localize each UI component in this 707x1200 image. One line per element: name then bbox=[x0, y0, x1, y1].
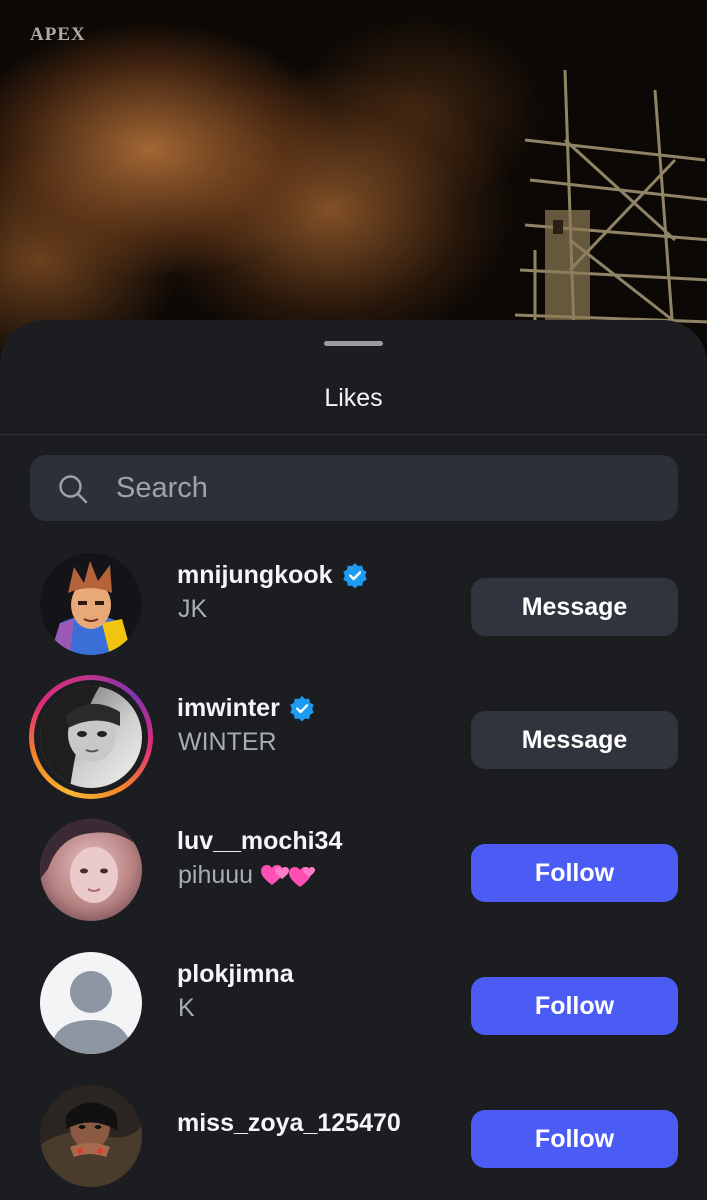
likes-sheet: Likes Search mnijungkook JK Message imwi… bbox=[0, 320, 707, 1200]
search-icon bbox=[59, 475, 88, 504]
person-silhouette bbox=[166, 270, 186, 296]
follow-button[interactable]: Follow bbox=[471, 844, 678, 902]
two-hearts-icon bbox=[261, 865, 316, 888]
verified-badge-icon bbox=[290, 696, 314, 721]
brand-watermark: APEX bbox=[30, 24, 86, 45]
avatar-imwinter[interactable] bbox=[40, 686, 142, 788]
username[interactable]: luv__mochi34 bbox=[177, 827, 342, 856]
display-name: WINTER bbox=[178, 728, 277, 756]
username-line: luv__mochi34 bbox=[177, 825, 342, 857]
two-hearts-emoji: 💕💕 bbox=[260, 861, 316, 889]
user-row[interactable]: miss_zoya_125470 Follow bbox=[0, 1070, 707, 1200]
user-row[interactable]: imwinter WINTER Message bbox=[0, 671, 707, 804]
username[interactable]: mnijungkook bbox=[177, 561, 333, 590]
username[interactable]: miss_zoya_125470 bbox=[177, 1109, 401, 1138]
display-name-text: pihuuu bbox=[178, 861, 254, 889]
user-row[interactable]: plokjimna K Follow bbox=[0, 937, 707, 1070]
display-name: pihuuu 💕💕 bbox=[178, 861, 316, 890]
search-bar[interactable] bbox=[30, 455, 678, 521]
avatar-luv-mochi34[interactable] bbox=[40, 819, 142, 921]
message-button[interactable]: Message bbox=[471, 711, 678, 769]
sheet-drag-handle[interactable] bbox=[324, 341, 383, 346]
follow-button[interactable]: Follow bbox=[471, 1110, 678, 1168]
username-line: mnijungkook bbox=[177, 559, 368, 591]
username[interactable]: imwinter bbox=[177, 694, 280, 723]
display-name: K bbox=[178, 994, 195, 1022]
message-button[interactable]: Message bbox=[471, 578, 678, 636]
search-input[interactable] bbox=[116, 455, 656, 521]
avatar-miss-zoya[interactable] bbox=[40, 1085, 142, 1187]
likes-screen: APEX Likes Search mnijungkook JK Message… bbox=[0, 0, 707, 1200]
username-line: miss_zoya_125470 bbox=[177, 1107, 401, 1139]
username-line: plokjimna bbox=[177, 958, 294, 990]
header-divider bbox=[0, 434, 707, 435]
username-line: imwinter bbox=[177, 692, 315, 724]
sheet-title: Likes bbox=[324, 384, 383, 412]
verified-badge-icon bbox=[342, 563, 367, 588]
username[interactable]: plokjimna bbox=[177, 960, 294, 989]
follow-button[interactable]: Follow bbox=[471, 977, 678, 1035]
avatar-mnijungkook[interactable] bbox=[40, 553, 142, 655]
user-row[interactable]: mnijungkook JK Message bbox=[0, 538, 707, 671]
user-row[interactable]: luv__mochi34 pihuuu 💕💕 Follow bbox=[0, 804, 707, 937]
tower-structure bbox=[514, 69, 707, 360]
display-name: JK bbox=[178, 595, 208, 623]
default-profile-icon[interactable] bbox=[40, 952, 142, 1054]
